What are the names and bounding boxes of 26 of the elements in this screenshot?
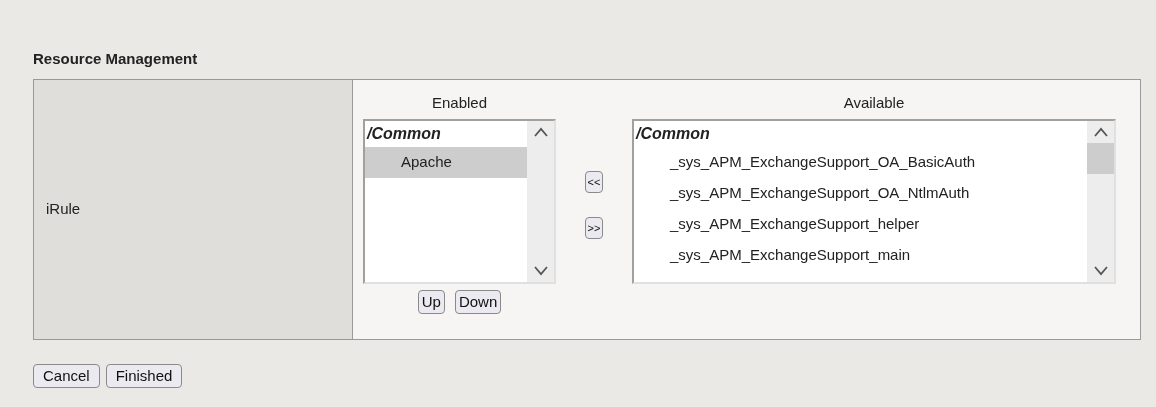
scroll-up-icon[interactable] (533, 127, 548, 137)
list-option[interactable]: Apache (365, 147, 527, 178)
group-header[interactable]: /Common (365, 121, 527, 147)
field-label: iRule (46, 198, 81, 219)
order-button[interactable]: Up (417, 290, 445, 314)
scroll-up-icon[interactable] (1093, 127, 1108, 137)
scroll-down-icon[interactable] (533, 266, 548, 276)
move-button[interactable]: >> (584, 216, 604, 239)
order-button[interactable]: Down (454, 290, 502, 314)
list-option[interactable]: _sys_APM_ExchangeSupport_OA_NtlmAuth (634, 178, 1087, 209)
list-box[interactable]: /Common _sys_APM_ExchangeSupport_OA_BasicAuth _sys_APM_ExchangeSupport_OA_NtlmAuth _sys_APM_ExchangeSupport_helper _sys_APM_ExchangeSupport_main (632, 119, 1116, 284)
list-option[interactable]: _sys_APM_ExchangeSupport_main (634, 240, 1087, 271)
list-box[interactable]: /Common Apache (363, 119, 556, 284)
column-heading: Enabled (430, 92, 489, 113)
group-header[interactable]: /Common (634, 121, 1087, 147)
section-title: Resource Management (33, 49, 199, 69)
form-button[interactable]: Cancel (33, 363, 100, 388)
list-option[interactable]: _sys_APM_ExchangeSupport_OA_BasicAuth (634, 147, 1087, 178)
scroll-down-icon[interactable] (1093, 266, 1108, 276)
move-button[interactable]: << (584, 170, 604, 193)
form-button[interactable]: Finished (105, 363, 183, 388)
scrollbar[interactable] (1087, 121, 1114, 282)
scrollbar[interactable] (527, 121, 554, 282)
scroll-thumb[interactable] (1087, 143, 1114, 174)
column-heading: Available (842, 92, 906, 113)
list-option[interactable]: _sys_APM_ExchangeSupport_helper (634, 209, 1087, 240)
